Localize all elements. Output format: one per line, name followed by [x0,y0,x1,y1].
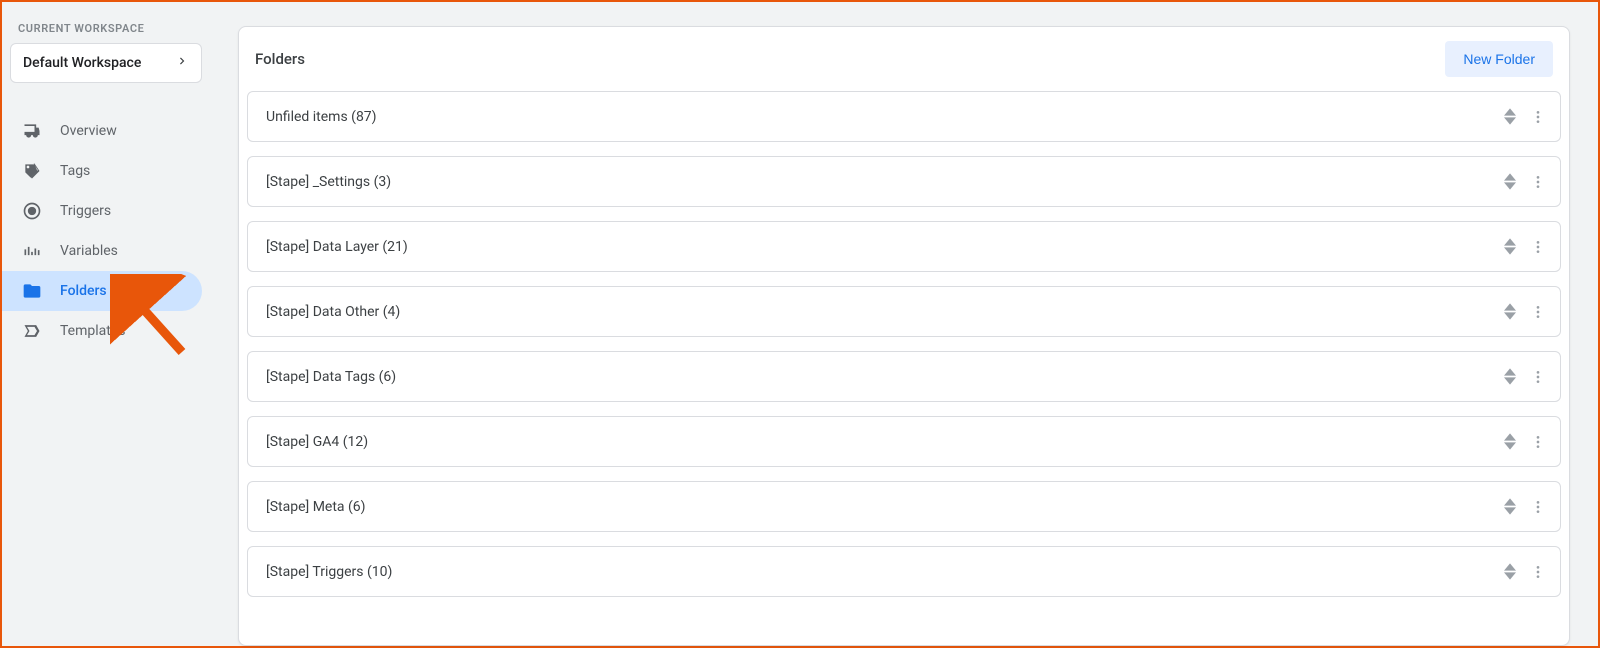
sidebar-item-label: Variables [60,243,118,259]
folder-row[interactable]: [Stape] Meta (6) [247,481,1561,532]
workspace-section-label: CURRENT WORKSPACE [2,22,210,43]
sort-handle-icon[interactable] [1504,238,1516,255]
folder-label: [Stape] Data Tags (6) [266,369,396,385]
folder-label: [Stape] _Settings (3) [266,174,391,190]
folder-row[interactable]: [Stape] Data Layer (21) [247,221,1561,272]
workspace-name: Default Workspace [23,55,141,71]
folder-label: [Stape] Data Other (4) [266,304,400,320]
sidebar-item-label: Templates [60,323,126,339]
panel-title: Folders [255,50,305,68]
panel-header: Folders New Folder [239,27,1569,91]
more-menu-icon[interactable] [1530,369,1546,385]
variable-icon [22,241,42,261]
tag-icon [22,161,42,181]
main-content: Folders New Folder Unfiled items (87) [St… [210,2,1598,646]
sidebar-item-variables[interactable]: Variables [2,231,202,271]
folder-icon [22,281,42,301]
more-menu-icon[interactable] [1530,174,1546,190]
overview-icon [22,121,42,141]
sidebar-item-overview[interactable]: Overview [2,111,202,151]
folder-row[interactable]: [Stape] GA4 (12) [247,416,1561,467]
more-menu-icon[interactable] [1530,109,1546,125]
folder-row[interactable]: Unfiled items (87) [247,91,1561,142]
sort-handle-icon[interactable] [1504,498,1516,515]
chevron-right-icon [175,54,189,72]
template-icon [22,321,42,341]
folders-panel: Folders New Folder Unfiled items (87) [St… [238,26,1570,646]
sidebar-item-folders[interactable]: Folders [2,271,202,311]
trigger-icon [22,201,42,221]
folder-row[interactable]: [Stape] Data Other (4) [247,286,1561,337]
folder-list: Unfiled items (87) [Stape] _Settings (3) [… [239,91,1569,597]
workspace-select[interactable]: Default Workspace [10,43,202,83]
sort-handle-icon[interactable] [1504,563,1516,580]
more-menu-icon[interactable] [1530,499,1546,515]
sort-handle-icon[interactable] [1504,303,1516,320]
folder-row[interactable]: [Stape] _Settings (3) [247,156,1561,207]
folder-row[interactable]: [Stape] Triggers (10) [247,546,1561,597]
more-menu-icon[interactable] [1530,564,1546,580]
sidebar: CURRENT WORKSPACE Default Workspace Over… [2,2,210,646]
sort-handle-icon[interactable] [1504,108,1516,125]
sidebar-item-label: Triggers [60,203,111,219]
sidebar-item-label: Overview [60,123,117,139]
folder-label: [Stape] Meta (6) [266,499,366,515]
sidebar-item-templates[interactable]: Templates [2,311,202,351]
folder-row[interactable]: [Stape] Data Tags (6) [247,351,1561,402]
sort-handle-icon[interactable] [1504,368,1516,385]
folder-label: [Stape] Triggers (10) [266,564,392,580]
sidebar-item-label: Tags [60,163,90,179]
sort-handle-icon[interactable] [1504,433,1516,450]
folder-label: Unfiled items (87) [266,109,377,125]
folder-label: [Stape] GA4 (12) [266,434,368,450]
sidebar-item-triggers[interactable]: Triggers [2,191,202,231]
sort-handle-icon[interactable] [1504,173,1516,190]
sidebar-item-tags[interactable]: Tags [2,151,202,191]
sidebar-item-label: Folders [60,283,107,299]
folder-label: [Stape] Data Layer (21) [266,239,408,255]
more-menu-icon[interactable] [1530,239,1546,255]
new-folder-button[interactable]: New Folder [1445,41,1553,77]
more-menu-icon[interactable] [1530,304,1546,320]
more-menu-icon[interactable] [1530,434,1546,450]
